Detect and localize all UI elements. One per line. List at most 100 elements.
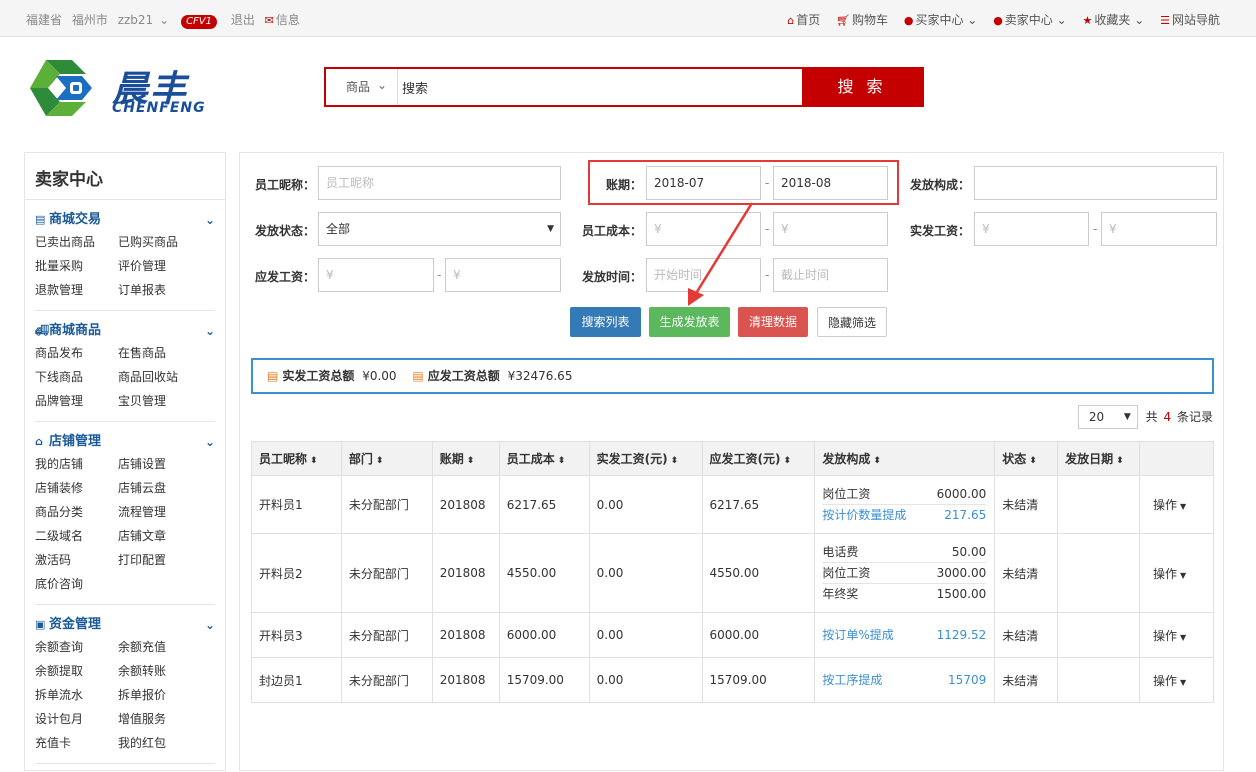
- sidebar-item[interactable]: 我的店铺: [35, 454, 118, 474]
- search-category-select[interactable]: 商品 ⌄: [326, 69, 398, 105]
- payable-max-input[interactable]: ¥: [445, 258, 561, 292]
- sort-icon[interactable]: ⬍: [467, 456, 475, 466]
- sidebar-group-title[interactable]: ▤ 商城交易 ⌄: [35, 210, 215, 230]
- chevron-down-icon[interactable]: ⌄: [205, 432, 215, 452]
- nav-seller-center[interactable]: ● 卖家中心 ⌄: [993, 13, 1067, 27]
- status-select[interactable]: 全部 ▼: [318, 212, 561, 246]
- nav-home[interactable]: ⌂ 首页: [787, 13, 820, 27]
- time-start-input[interactable]: 开始时间: [646, 258, 761, 292]
- sidebar-group-title[interactable]: 🚚︎商城商品 ⌄: [35, 321, 215, 341]
- time-end-input[interactable]: 截止时间: [773, 258, 888, 292]
- logout-link[interactable]: 退出: [231, 13, 255, 27]
- cost-min-input[interactable]: ¥: [646, 212, 761, 246]
- province[interactable]: 福建省: [26, 13, 62, 27]
- chevron-down-icon[interactable]: ⌄: [159, 13, 169, 27]
- actual-max-input[interactable]: ¥: [1101, 212, 1217, 246]
- sort-icon[interactable]: ⬍: [310, 456, 318, 466]
- sidebar-item[interactable]: 店铺文章: [118, 526, 201, 546]
- sidebar-group-title[interactable]: ⌂ 店铺管理 ⌄: [35, 432, 215, 452]
- sidebar-item[interactable]: 在售商品: [118, 343, 201, 363]
- sidebar-item[interactable]: 评价管理: [118, 256, 201, 276]
- table-header-cell[interactable]: 发放日期 ⬍: [1057, 441, 1141, 476]
- sidebar-item[interactable]: 下线商品: [35, 367, 118, 387]
- table-header-cell[interactable]: 部门 ⬍: [340, 441, 433, 476]
- sidebar-item[interactable]: 拆单报价: [118, 685, 201, 705]
- composition-line[interactable]: 按计价数量提成 217.65: [822, 505, 986, 525]
- sidebar-item[interactable]: 余额转账: [118, 661, 201, 681]
- actions-dropdown-button[interactable]: 操作 ▼: [1153, 629, 1186, 643]
- sort-icon[interactable]: ⬍: [671, 456, 679, 466]
- clear-data-button[interactable]: 清理数据: [738, 307, 808, 337]
- sort-icon[interactable]: ⬍: [1116, 456, 1124, 466]
- sidebar-item[interactable]: 商品发布: [35, 343, 118, 363]
- sidebar-item[interactable]: 充值卡: [35, 733, 118, 753]
- generate-payroll-button[interactable]: 生成发放表: [649, 307, 730, 337]
- table-header-cell[interactable]: 实发工资(元) ⬍: [588, 441, 703, 476]
- sidebar-item[interactable]: 二级域名: [35, 526, 118, 546]
- sidebar-item[interactable]: 流程管理: [118, 502, 201, 522]
- table-header-cell[interactable]: 应发工资(元) ⬍: [701, 441, 816, 476]
- sidebar-item[interactable]: 拆单流水: [35, 685, 118, 705]
- message-link[interactable]: 信息: [276, 13, 300, 27]
- table-header-cell[interactable]: 账期 ⬍: [431, 441, 500, 476]
- sidebar-item[interactable]: 店铺装修: [35, 478, 118, 498]
- table-header-cell[interactable]: 员工成本 ⬍: [498, 441, 590, 476]
- period-to-input[interactable]: 2018-08: [773, 166, 888, 200]
- actions-dropdown-button[interactable]: 操作 ▼: [1153, 674, 1186, 688]
- sidebar-item[interactable]: 设计包月: [35, 709, 118, 729]
- nav-buyer-center[interactable]: ● 买家中心 ⌄: [904, 13, 978, 27]
- sidebar-item[interactable]: 订单报表: [118, 280, 201, 300]
- sidebar-item[interactable]: 宝贝管理: [118, 391, 201, 411]
- sidebar-item[interactable]: 增值服务: [118, 709, 201, 729]
- sidebar-group-title[interactable]: ▣ 资金管理 ⌄: [35, 615, 215, 635]
- sort-icon[interactable]: ⬍: [558, 456, 566, 466]
- nav-cart[interactable]: 🛒︎ 购物车: [836, 13, 888, 27]
- chevron-down-icon[interactable]: ⌄: [205, 210, 215, 230]
- cost-max-input[interactable]: ¥: [773, 212, 888, 246]
- nav-favorites[interactable]: ★ 收藏夹 ⌄: [1083, 13, 1145, 27]
- table-header-cell[interactable]: 状态 ⬍: [994, 441, 1059, 476]
- city[interactable]: 福州市: [72, 13, 108, 27]
- sidebar-item[interactable]: 店铺设置: [118, 454, 201, 474]
- sidebar-item[interactable]: 我的红包: [118, 733, 201, 753]
- sidebar-item[interactable]: 品牌管理: [35, 391, 118, 411]
- composition-line[interactable]: 按工序提成 15709: [822, 670, 986, 690]
- page-size-select[interactable]: 20 ▼: [1077, 405, 1138, 429]
- sort-icon[interactable]: ⬍: [1029, 456, 1037, 466]
- table-header-cell[interactable]: 员工昵称 ⬍: [251, 441, 342, 476]
- sidebar-item[interactable]: 商品回收站: [118, 367, 201, 387]
- nickname-input[interactable]: 员工昵称: [318, 166, 561, 200]
- sidebar-item[interactable]: 退款管理: [35, 280, 118, 300]
- period-from-input[interactable]: 2018-07: [646, 166, 761, 200]
- sidebar-item[interactable]: 批量采购: [35, 256, 118, 276]
- nav-site-map[interactable]: ☰ 网站导航: [1160, 13, 1220, 27]
- sidebar-item[interactable]: 店铺云盘: [118, 478, 201, 498]
- payable-min-input[interactable]: ¥: [318, 258, 434, 292]
- actual-min-input[interactable]: ¥: [974, 212, 1089, 246]
- actions-dropdown-button[interactable]: 操作 ▼: [1153, 567, 1186, 581]
- sidebar-item[interactable]: 余额充值: [118, 637, 201, 657]
- sidebar-item[interactable]: 底价咨询: [35, 574, 118, 594]
- sort-icon[interactable]: ⬍: [376, 456, 384, 466]
- logo[interactable]: 晨丰 CHENFENG: [26, 50, 216, 126]
- sidebar-item[interactable]: 打印配置: [118, 550, 201, 570]
- search-button[interactable]: 搜 索: [802, 69, 922, 105]
- sort-icon[interactable]: ⬍: [873, 456, 881, 466]
- sidebar-item[interactable]: 已购买商品: [118, 232, 201, 252]
- sidebar-item[interactable]: 激活码: [35, 550, 118, 570]
- sidebar-item[interactable]: 余额提取: [35, 661, 118, 681]
- sidebar-item[interactable]: 余额查询: [35, 637, 118, 657]
- chevron-down-icon[interactable]: ⌄: [205, 615, 215, 635]
- search-input[interactable]: [398, 69, 804, 105]
- actions-dropdown-button[interactable]: 操作 ▼: [1153, 498, 1186, 512]
- composition-line[interactable]: 按订单%提成 1129.52: [822, 625, 986, 645]
- username[interactable]: zzb21: [118, 13, 153, 27]
- hide-filters-button[interactable]: 隐藏筛选: [817, 307, 887, 337]
- table-header-cell[interactable]: 发放构成 ⬍: [814, 441, 996, 476]
- sidebar-item[interactable]: 商品分类: [35, 502, 118, 522]
- search-list-button[interactable]: 搜索列表: [570, 307, 641, 337]
- sort-icon[interactable]: ⬍: [783, 456, 791, 466]
- chevron-down-icon[interactable]: ⌄: [205, 321, 215, 341]
- composition-input[interactable]: [974, 166, 1217, 200]
- sidebar-item[interactable]: 已卖出商品: [35, 232, 118, 252]
